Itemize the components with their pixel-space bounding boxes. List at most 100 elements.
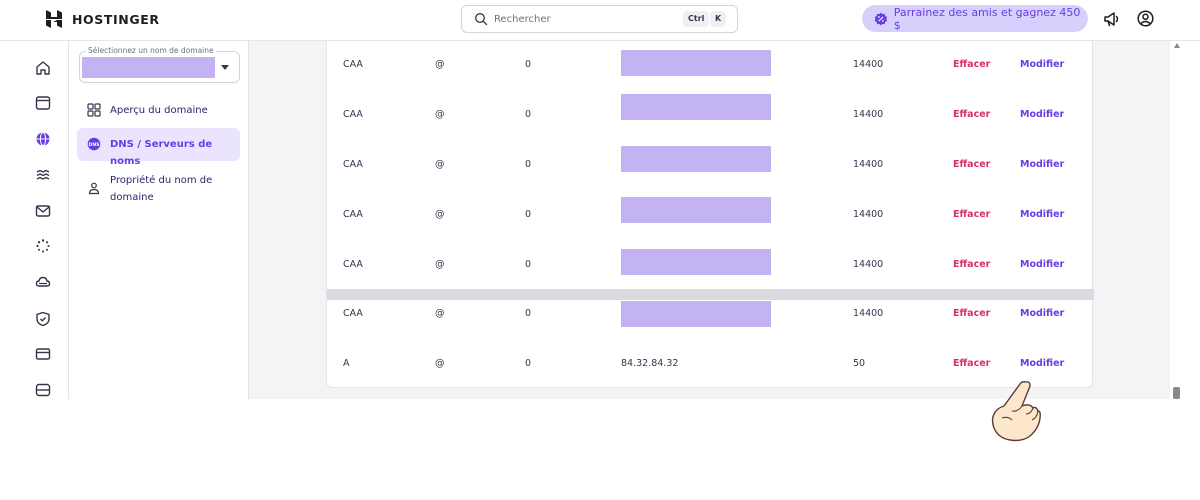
record-priority: 0 — [525, 109, 532, 120]
main-navigation-rail — [0, 41, 69, 399]
scroll-thumb[interactable] — [1173, 387, 1180, 399]
dns-icon: DNS — [87, 137, 101, 151]
record-type: A — [343, 358, 350, 369]
search-icon — [475, 13, 488, 26]
table-divider — [327, 289, 1094, 300]
dns-records-table: CAA @ 0 14400 Effacer Modifier CAA @ 0 1… — [326, 41, 1094, 388]
loader-icon[interactable] — [35, 238, 51, 254]
record-name: @ — [435, 259, 445, 270]
record-type: CAA — [343, 209, 363, 220]
svg-text:DNS: DNS — [89, 142, 100, 148]
redacted-content — [621, 50, 771, 76]
delete-record-button[interactable]: Effacer — [953, 358, 990, 369]
delete-record-button[interactable]: Effacer — [953, 209, 990, 220]
chevron-down-icon — [221, 65, 229, 70]
delete-record-button[interactable]: Effacer — [953, 109, 990, 120]
hostinger-logo[interactable]: HOSTINGER — [44, 9, 160, 29]
search-box[interactable]: Ctrl K — [461, 5, 738, 33]
person-icon — [88, 182, 100, 195]
table-row: CAA @ 0 14400 Effacer Modifier — [327, 41, 1094, 91]
table-row: CAA @ 0 14400 Effacer Modifier — [327, 241, 1094, 291]
hand-pointer-icon — [991, 381, 1041, 442]
domain-side-panel: Sélectionnez un nom de domaine Aperçu du… — [69, 41, 249, 399]
table-row: CAA @ 0 14400 Effacer Modifier — [327, 300, 1094, 350]
referral-label: Parrainez des amis et gagnez 450 $ — [893, 5, 1081, 32]
search-input[interactable] — [494, 11, 664, 27]
record-name: @ — [435, 209, 445, 220]
nav-item-label: DNS / Serveurs de noms — [110, 139, 213, 167]
top-header: HOSTINGER Ctrl K Parrainez des amis et g… — [0, 0, 1200, 41]
record-ttl: 14400 — [853, 109, 884, 120]
nav-item-label: Aperçu du domaine — [110, 105, 208, 116]
record-priority: 0 — [525, 358, 532, 369]
megaphone-icon[interactable] — [1103, 11, 1120, 27]
globe-icon[interactable] — [35, 131, 51, 147]
table-row: A @ 0 84.32.84.32 50 Effacer Modifier — [327, 350, 1094, 400]
nav-item-dns[interactable]: DNS DNS / Serveurs de noms — [77, 128, 240, 167]
redacted-content — [621, 249, 771, 275]
browser-window-icon[interactable] — [35, 95, 51, 111]
delete-record-button[interactable]: Effacer — [953, 59, 990, 70]
record-name: @ — [435, 308, 445, 319]
redacted-content — [621, 94, 771, 120]
edit-record-button[interactable]: Modifier — [1020, 159, 1064, 170]
record-priority: 0 — [525, 308, 532, 319]
stack-icon[interactable] — [35, 167, 51, 183]
record-priority: 0 — [525, 259, 532, 270]
delete-record-button[interactable]: Effacer — [953, 159, 990, 170]
shortcut-ctrl-key: Ctrl — [683, 11, 710, 27]
home-icon[interactable] — [35, 60, 51, 76]
record-content: 84.32.84.32 — [621, 358, 679, 369]
vertical-scrollbar[interactable] — [1170, 41, 1184, 399]
hostinger-logo-icon — [46, 10, 62, 28]
edit-record-button[interactable]: Modifier — [1020, 308, 1064, 319]
edit-record-button[interactable]: Modifier — [1020, 358, 1064, 369]
record-priority: 0 — [525, 209, 532, 220]
delete-record-button[interactable]: Effacer — [953, 259, 990, 270]
mail-icon[interactable] — [35, 203, 51, 219]
record-type: CAA — [343, 59, 363, 70]
table-row: CAA @ 0 14400 Effacer Modifier — [327, 91, 1094, 141]
record-type: CAA — [343, 259, 363, 270]
cloud-icon[interactable] — [35, 274, 51, 290]
record-ttl: 14400 — [853, 59, 884, 70]
edit-record-button[interactable]: Modifier — [1020, 209, 1064, 220]
shield-icon[interactable] — [35, 311, 51, 327]
table-row: CAA @ 0 14400 Effacer Modifier — [327, 191, 1094, 241]
record-name: @ — [435, 59, 445, 70]
referral-button[interactable]: Parrainez des amis et gagnez 450 $ — [862, 5, 1088, 32]
redacted-domain-value — [82, 57, 215, 78]
brand-name: HOSTINGER — [72, 11, 160, 27]
shortcut-k-key: K — [710, 11, 727, 27]
server-icon[interactable] — [35, 382, 51, 398]
record-priority: 0 — [525, 159, 532, 170]
record-name: @ — [435, 109, 445, 120]
nav-item-domain-ownership[interactable]: Propriété du nom de domaine — [77, 168, 240, 208]
nav-item-domain-overview[interactable]: Aperçu du domaine — [77, 96, 240, 126]
discount-badge-icon — [874, 12, 888, 25]
card-icon[interactable] — [35, 346, 51, 362]
edit-record-button[interactable]: Modifier — [1020, 109, 1064, 120]
redacted-content — [621, 146, 771, 172]
scroll-up-arrow-icon[interactable] — [1174, 43, 1180, 48]
record-type: CAA — [343, 308, 363, 319]
delete-record-button[interactable]: Effacer — [953, 308, 990, 319]
record-priority: 0 — [525, 59, 532, 70]
record-type: CAA — [343, 109, 363, 120]
table-row: CAA @ 0 14400 Effacer Modifier — [327, 141, 1094, 191]
record-name: @ — [435, 358, 445, 369]
nav-item-label: Propriété du nom de domaine — [110, 175, 213, 203]
record-ttl: 14400 — [853, 209, 884, 220]
record-ttl: 14400 — [853, 159, 884, 170]
record-type: CAA — [343, 159, 363, 170]
redacted-content — [621, 197, 771, 223]
domain-select[interactable]: Sélectionnez un nom de domaine — [79, 46, 240, 83]
record-ttl: 50 — [853, 358, 866, 369]
record-ttl: 14400 — [853, 308, 884, 319]
account-icon[interactable] — [1137, 10, 1154, 27]
grid-icon — [87, 103, 101, 117]
domain-select-label: Sélectionnez un nom de domaine — [86, 46, 216, 55]
edit-record-button[interactable]: Modifier — [1020, 259, 1064, 270]
main-content: CAA @ 0 14400 Effacer Modifier CAA @ 0 1… — [249, 41, 1170, 399]
edit-record-button[interactable]: Modifier — [1020, 59, 1064, 70]
